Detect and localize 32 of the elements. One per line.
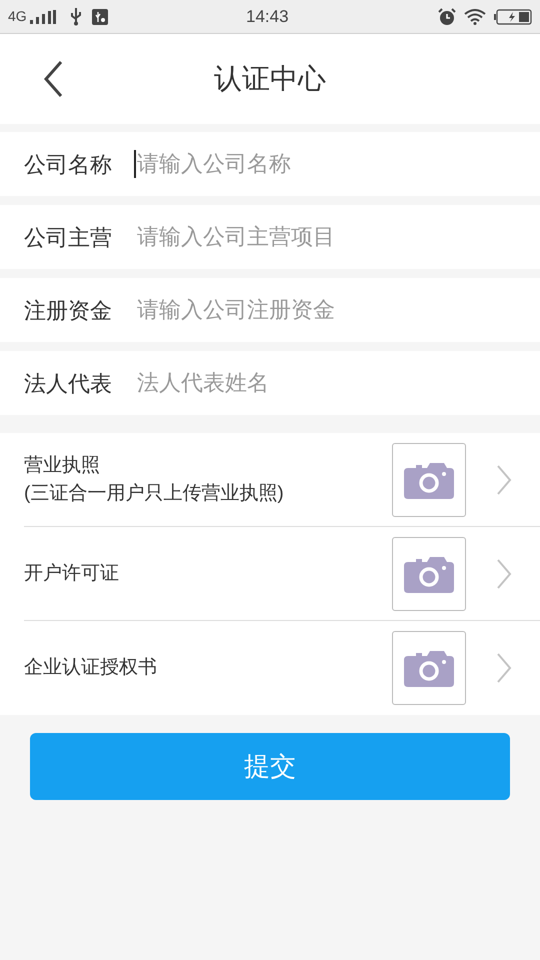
- photo-upload-button[interactable]: [392, 536, 466, 610]
- text-input[interactable]: 请输入公司名称: [134, 132, 540, 196]
- chevron-right-icon: [496, 558, 512, 590]
- battery-icon: [494, 8, 532, 24]
- page-title: 认证中心: [214, 62, 326, 96]
- field-label: 注册资金: [24, 296, 112, 324]
- signal-icon: [30, 10, 56, 24]
- camera-icon: [404, 649, 454, 687]
- field-label: 法人代表: [24, 370, 112, 398]
- usb-settings-icon: [92, 8, 108, 24]
- upload-label: 企业认证授权书: [24, 656, 158, 680]
- field-label: 公司名称: [24, 150, 112, 178]
- usb-icon: [70, 8, 82, 26]
- wifi-icon: [464, 8, 486, 24]
- camera-icon: [404, 460, 454, 498]
- upload-note: (三证合一用户只上传营业执照): [24, 482, 285, 506]
- network-type: 4G: [8, 7, 27, 26]
- upload-label: 开户许可证: [24, 562, 120, 586]
- alarm-icon: [438, 8, 456, 26]
- text-input[interactable]: 请输入公司主营项目: [134, 205, 540, 269]
- photo-upload-button[interactable]: [392, 442, 466, 516]
- submit-button[interactable]: 提交: [30, 733, 510, 800]
- back-icon: [43, 60, 63, 98]
- clock-time: 14:43: [246, 6, 289, 28]
- text-input[interactable]: 法人代表姓名: [134, 351, 540, 415]
- text-input[interactable]: 请输入公司注册资金: [134, 278, 540, 342]
- camera-icon: [404, 554, 454, 592]
- chevron-right-icon: [496, 464, 512, 496]
- upload-label: 营业执照: [24, 454, 101, 478]
- photo-upload-button[interactable]: [392, 631, 466, 705]
- chevron-right-icon: [496, 652, 512, 684]
- field-label: 公司主营: [24, 224, 112, 252]
